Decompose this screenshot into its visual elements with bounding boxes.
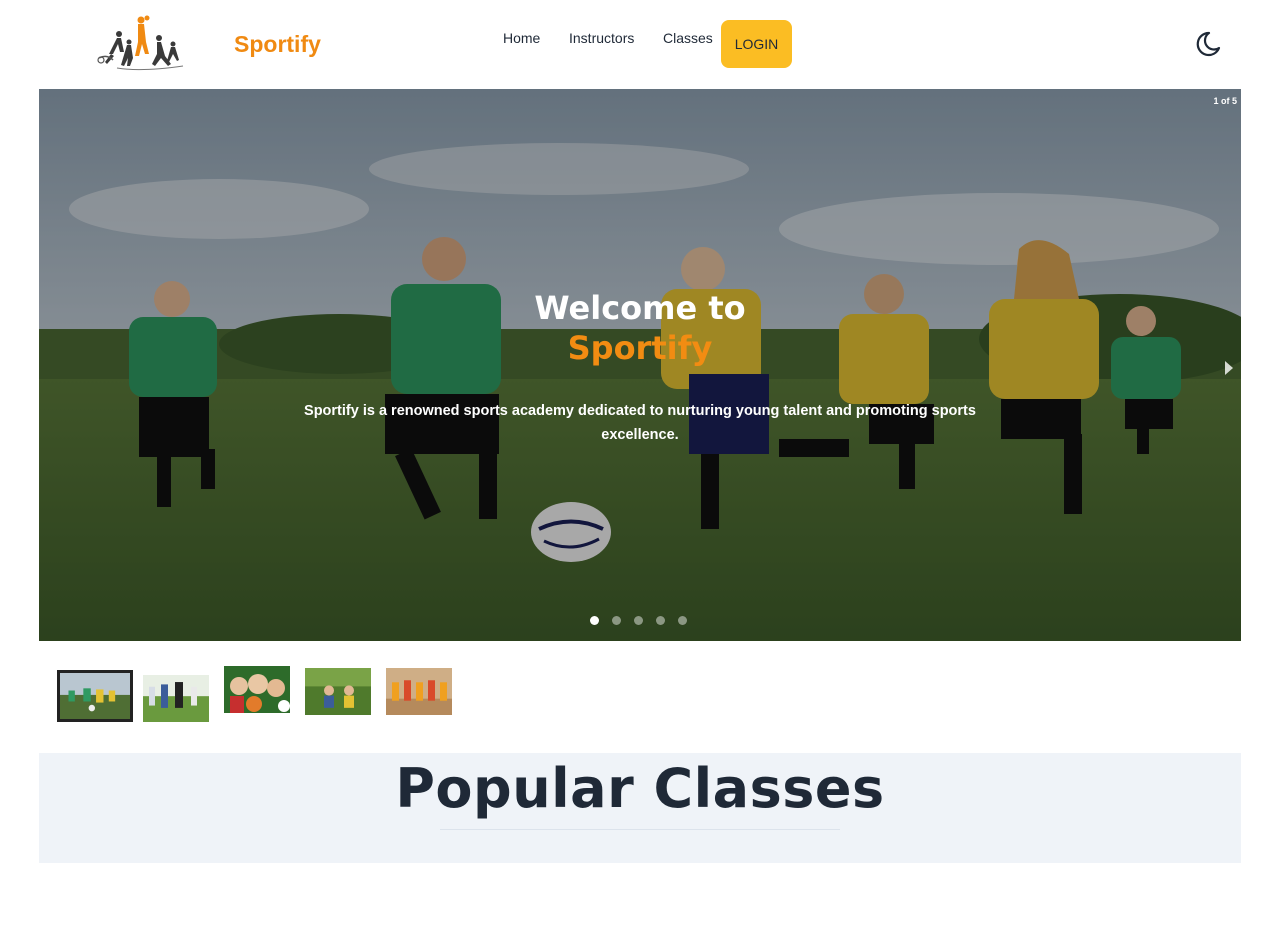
nav-link-classes[interactable]: Classes (663, 30, 713, 46)
sports-figures-logo-icon[interactable] (97, 14, 185, 72)
hero-description: Sportify is a renowned sports academy de… (304, 403, 976, 443)
carousel-dot-4[interactable] (656, 616, 665, 625)
hero-title-brand: Sportify (567, 329, 713, 367)
thumbnail-1[interactable] (57, 670, 133, 722)
moon-icon[interactable] (1192, 29, 1222, 59)
chevron-right-icon[interactable] (1225, 361, 1233, 375)
hero-carousel: 1 of 5 Welcome to Sportify Sportify is a… (39, 89, 1241, 641)
hero-title-line1: Welcome to (534, 289, 746, 327)
brand-name[interactable]: Sportify (234, 31, 321, 58)
carousel-dots (590, 616, 687, 625)
thumbnail-2[interactable] (143, 675, 209, 722)
carousel-dot-2[interactable] (612, 616, 621, 625)
carousel-dot-1[interactable] (590, 616, 599, 625)
popular-classes-section: Popular Classes (39, 753, 1241, 863)
carousel-dot-5[interactable] (678, 616, 687, 625)
login-button-label: LOGIN (734, 36, 779, 52)
popular-classes-title: Popular Classes (395, 757, 885, 820)
hero-title: Welcome to Sportify (39, 288, 1241, 368)
thumbnail-4[interactable] (305, 668, 371, 715)
login-button[interactable]: LOGIN (721, 20, 792, 68)
navbar: Sportify Home Instructors Classes LOGIN (0, 0, 1279, 89)
carousel-dot-3[interactable] (634, 616, 643, 625)
title-divider (440, 829, 840, 830)
nav-link-home[interactable]: Home (503, 30, 540, 46)
thumbnail-3[interactable] (224, 666, 290, 713)
nav-link-instructors[interactable]: Instructors (569, 30, 634, 46)
slide-counter: 1 of 5 (1213, 96, 1237, 106)
thumbnail-5[interactable] (386, 668, 452, 715)
